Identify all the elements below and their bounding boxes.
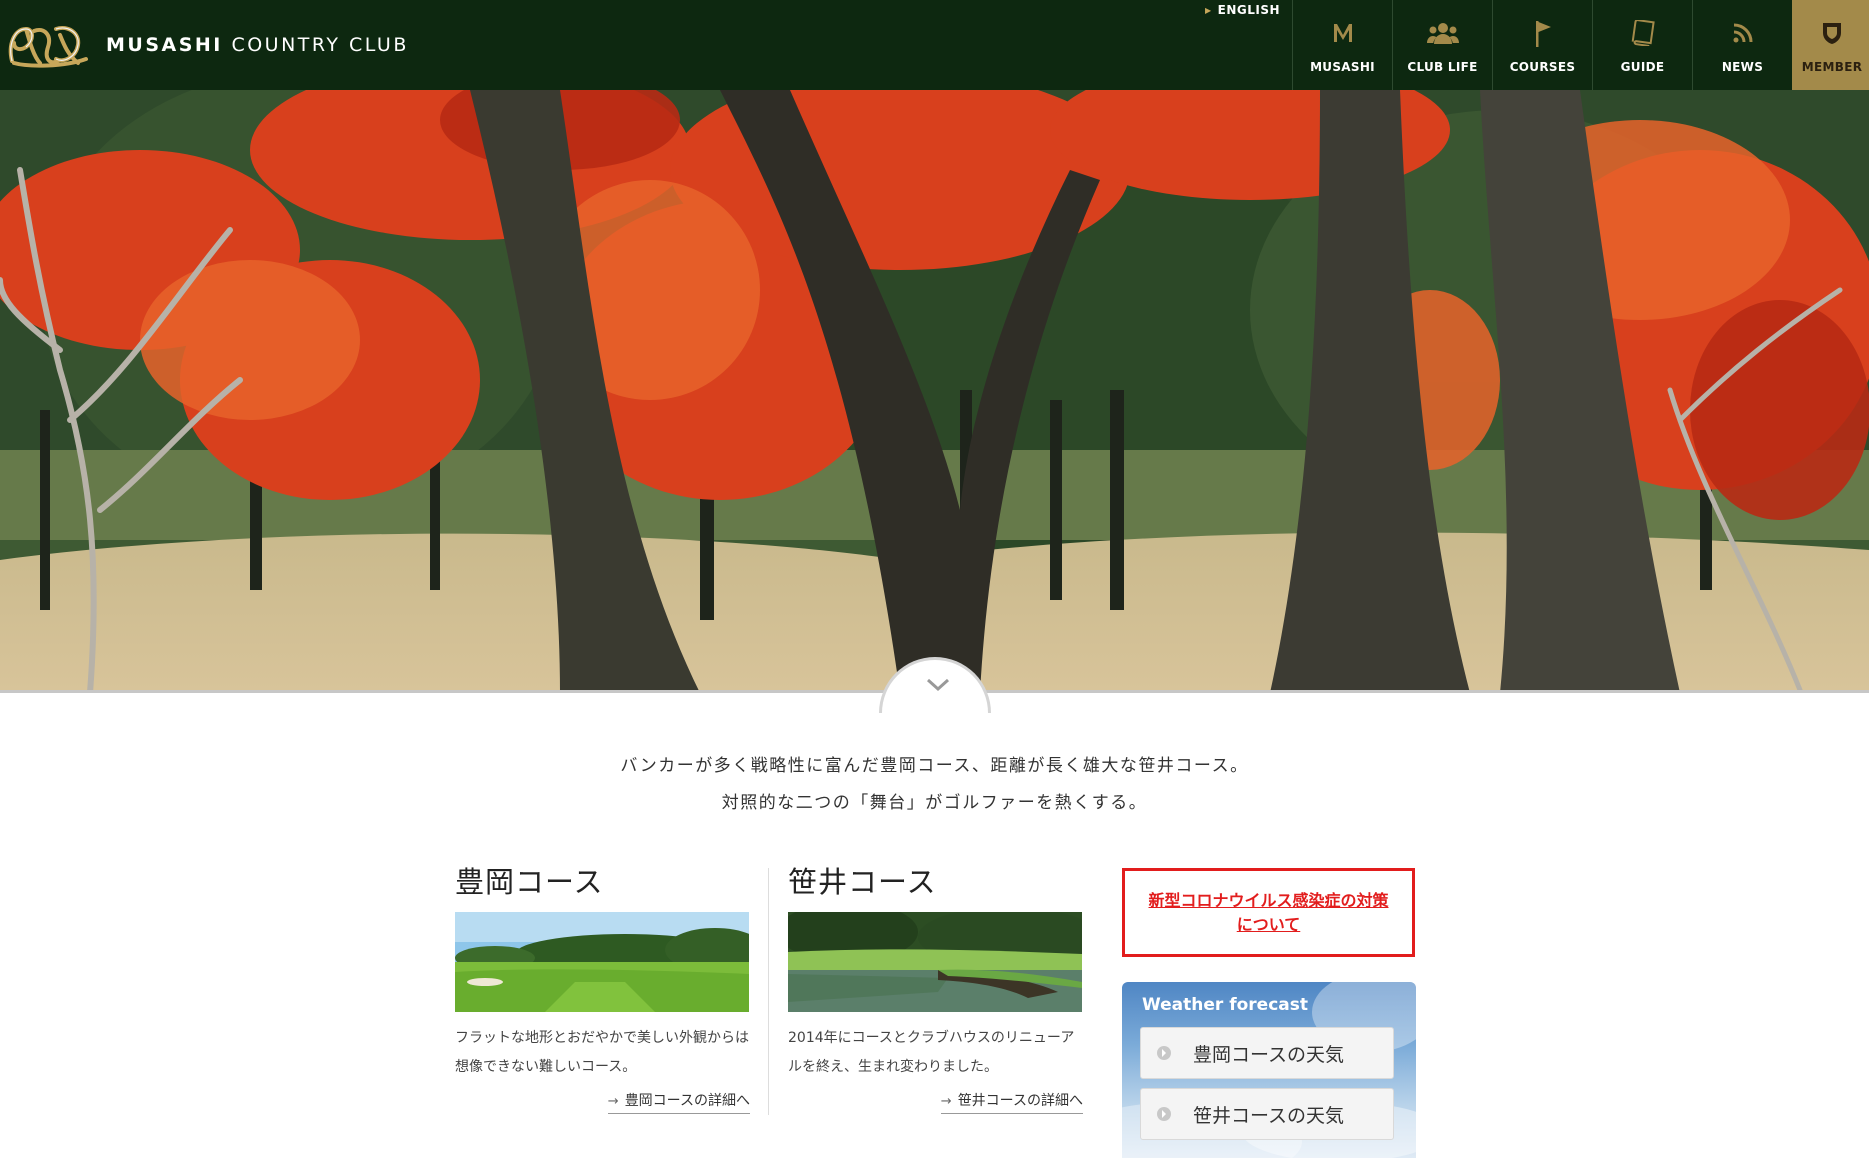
chevron-right-icon <box>1157 1046 1171 1060</box>
covid-notice-text: 新型コロナウイルス感染症の対策について <box>1148 890 1389 934</box>
book-icon <box>1631 18 1655 48</box>
course-title: 笹井コース <box>788 865 937 899</box>
main-nav: MUSASHI CLUB LIFE COURSES GUIDE NEWS MEM… <box>1292 0 1869 90</box>
nav-item-news[interactable]: NEWS <box>1692 0 1792 90</box>
course-description: フラットな地形とおだやかで美しい外観からは想像できない難しいコース。 <box>455 1030 749 1075</box>
nav-label: MUSASHI <box>1310 60 1375 74</box>
course-detail-link-toyooka[interactable]: → 豊岡コースの詳細へ <box>607 1090 750 1114</box>
intro-line-1: バンカーが多く戦略性に富んだ豊岡コース、距離が長く雄大な笹井コース。 <box>620 756 1249 776</box>
arrow-right-icon: → <box>940 1094 952 1109</box>
nav-item-musashi[interactable]: MUSASHI <box>1292 0 1392 90</box>
m-letter-icon <box>1331 18 1355 48</box>
english-link-label: ENGLISH <box>1217 3 1281 17</box>
club-monogram-icon <box>8 26 88 68</box>
weather-button-toyooka[interactable]: 豊岡コースの天気 <box>1140 1027 1394 1079</box>
weather-button-sasai[interactable]: 笹井コースの天気 <box>1140 1088 1394 1140</box>
nav-label: GUIDE <box>1620 60 1665 74</box>
hero-image <box>0 90 1869 693</box>
rss-icon <box>1732 18 1754 48</box>
nav-item-club-life[interactable]: CLUB LIFE <box>1392 0 1492 90</box>
nav-item-courses[interactable]: COURSES <box>1492 0 1592 90</box>
nav-label: MEMBER <box>1801 60 1863 74</box>
course-detail-link-sasai[interactable]: → 笹井コースの詳細へ <box>940 1090 1083 1114</box>
arrow-right-icon: → <box>607 1094 619 1109</box>
triangle-right-icon: ▶ <box>1205 6 1212 15</box>
weather-button-label: 笹井コースの天気 <box>1193 1104 1345 1127</box>
weather-title: Weather forecast <box>1142 995 1308 1015</box>
intro-text: バンカーが多く戦略性に富んだ豊岡コース、距離が長く雄大な笹井コース。 対照的な二… <box>0 748 1869 822</box>
brand-name-bold: MUSASHI <box>106 34 223 56</box>
weather-forecast-panel: Weather forecast 豊岡コースの天気 笹井コースの天気 <box>1122 982 1416 1158</box>
shield-icon <box>1821 18 1843 48</box>
site-header: MUSASHI COUNTRY CLUB ▶ ENGLISH MUSASHI CL… <box>0 0 1869 90</box>
course-title: 豊岡コース <box>455 865 604 899</box>
nav-label: COURSES <box>1509 60 1576 74</box>
course-photo-toyooka <box>455 912 749 1012</box>
chevron-down-icon <box>926 678 950 692</box>
course-divider <box>768 868 769 1115</box>
course-card-sasai: 笹井コース 2014年にコースとクラブハウスのリニューアルを終え、生まれ変わりま… <box>788 862 1083 1122</box>
course-description: 2014年にコースとクラブハウスのリニューアルを終え、生まれ変わりました。 <box>788 1030 1075 1075</box>
site-logo[interactable]: MUSASHI COUNTRY CLUB <box>0 0 409 90</box>
brand-name: MUSASHI COUNTRY CLUB <box>106 34 409 56</box>
nav-label: NEWS <box>1721 60 1764 74</box>
brand-name-light: COUNTRY CLUB <box>231 34 409 56</box>
weather-button-label: 豊岡コースの天気 <box>1193 1043 1345 1066</box>
nav-item-guide[interactable]: GUIDE <box>1592 0 1692 90</box>
english-link[interactable]: ▶ ENGLISH <box>1205 3 1280 17</box>
nav-item-member[interactable]: MEMBER <box>1792 0 1869 90</box>
course-detail-link-label: 豊岡コースの詳細へ <box>624 1093 750 1109</box>
course-photo-sasai <box>788 912 1082 1012</box>
intro-line-2: 対照的な二つの「舞台」がゴルファーを熱くする。 <box>721 793 1148 813</box>
nav-label: CLUB LIFE <box>1407 60 1478 74</box>
course-detail-link-label: 笹井コースの詳細へ <box>957 1093 1083 1109</box>
course-card-toyooka: 豊岡コース フラットな地形とおだやかで美しい外観からは想像できない難しいコース。… <box>455 862 750 1122</box>
people-icon <box>1426 18 1459 48</box>
covid-notice-link[interactable]: 新型コロナウイルス感染症の対策について <box>1122 868 1415 957</box>
autumn-trees-photo <box>0 90 1869 693</box>
chevron-right-icon <box>1157 1107 1171 1121</box>
flag-icon <box>1532 18 1554 48</box>
